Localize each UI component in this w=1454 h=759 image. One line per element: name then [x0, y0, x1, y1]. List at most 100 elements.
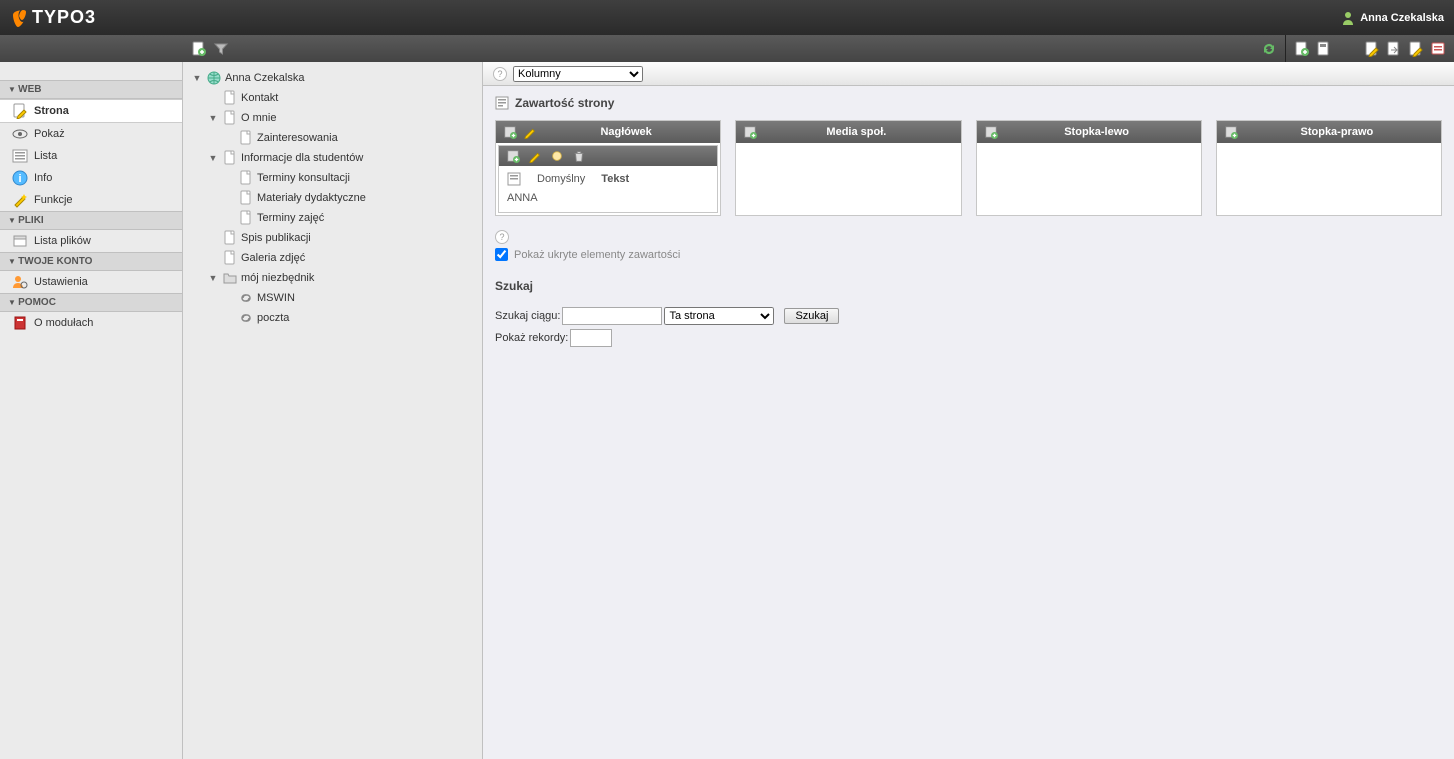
user-settings-icon	[12, 274, 28, 290]
content-column: Stopka-lewo	[976, 120, 1202, 216]
module-item-pokaż[interactable]: Pokaż	[0, 123, 182, 145]
page-icon	[222, 90, 238, 106]
tree-node-label: mój niezbędnik	[241, 272, 314, 284]
user-menu[interactable]: Anna Czekalska	[1341, 11, 1444, 25]
logo[interactable]: TYPO3	[10, 7, 96, 28]
move-page-icon[interactable]	[1386, 41, 1402, 57]
column-title: Stopka-lewo	[999, 126, 1195, 138]
tree-node-label: Zainteresowania	[257, 132, 338, 144]
tree-node[interactable]: Zainteresowania	[183, 128, 482, 148]
module-item-strona[interactable]: Strona	[0, 99, 182, 123]
filter-icon[interactable]	[213, 41, 229, 57]
history-icon[interactable]	[1430, 41, 1446, 57]
module-item-label: Info	[34, 172, 52, 184]
content-column: NagłówekDomyślnyTekstANNA	[495, 120, 721, 216]
module-group-header[interactable]: PLIKI	[0, 211, 182, 230]
tree-node-label: Terminy zajęć	[257, 212, 324, 224]
tree-toggle-icon[interactable]: ▼	[207, 273, 219, 283]
folder-icon	[222, 270, 238, 286]
edit-icon[interactable]	[522, 124, 538, 140]
ce-type-label: Tekst	[601, 173, 629, 185]
tree-node[interactable]: ▼ mój niezbędnik	[183, 268, 482, 288]
module-item-ustawienia[interactable]: Ustawienia	[0, 271, 182, 293]
module-item-label: Lista plików	[34, 235, 91, 247]
new-subpage-icon[interactable]	[1408, 41, 1424, 57]
doc-save-icon[interactable]	[1316, 41, 1332, 57]
column-header: Nagłówek	[496, 121, 720, 143]
tree-node[interactable]: Galeria zdjęć	[183, 248, 482, 268]
module-item-label: Pokaż	[34, 128, 65, 140]
user-name: Anna Czekalska	[1360, 12, 1444, 24]
module-item-info[interactable]: iInfo	[0, 167, 182, 189]
ce-default-label: Domyślny	[537, 173, 585, 185]
wand-icon	[12, 192, 28, 208]
content-view-toolbar: ? Kolumny	[483, 62, 1454, 86]
page-tree: ▼Anna Czekalska Kontakt ▼ O mnie Zainteresow…	[183, 62, 483, 759]
tree-node[interactable]: Terminy zajęć	[183, 208, 482, 228]
help-icon[interactable]: ?	[493, 67, 507, 81]
module-group-header[interactable]: POMOC	[0, 293, 182, 312]
show-records-label: Pokaż rekordy:	[495, 332, 568, 344]
logo-text: TYPO3	[32, 7, 96, 28]
manual-icon	[12, 315, 28, 331]
show-hidden-label: Pokaż ukryte elementy zawartości	[514, 249, 680, 261]
search-scope-select[interactable]: Ta strona	[664, 307, 774, 325]
page-icon	[222, 250, 238, 266]
tree-node[interactable]: ▼ O mnie	[183, 108, 482, 128]
new-content-icon[interactable]	[505, 148, 521, 164]
delete-icon[interactable]	[571, 148, 587, 164]
page-content-title: Zawartość strony	[495, 96, 1442, 110]
show-records-input[interactable]	[570, 329, 612, 347]
tree-toggle-icon[interactable]: ▼	[191, 73, 203, 83]
text-element-icon	[507, 172, 521, 186]
edit-page-icon[interactable]	[1364, 41, 1380, 57]
tree-node-label: O mnie	[241, 112, 276, 124]
new-content-icon[interactable]	[502, 124, 518, 140]
show-hidden-checkbox[interactable]	[495, 248, 508, 261]
column-header: Stopka-lewo	[977, 121, 1201, 143]
module-item-o-modułach[interactable]: O modułach	[0, 312, 182, 334]
module-group-header[interactable]: TWOJE KONTO	[0, 252, 182, 271]
globe-icon	[206, 70, 222, 86]
tree-node-label: Materiały dydaktyczne	[257, 192, 366, 204]
column-title: Media społ.	[758, 126, 954, 138]
module-item-label: Ustawienia	[34, 276, 88, 288]
search-string-input[interactable]	[562, 307, 662, 325]
module-item-lista-plików[interactable]: Lista plików	[0, 230, 182, 252]
eye-icon	[12, 126, 28, 142]
tree-node[interactable]: MSWIN	[183, 288, 482, 308]
tree-node[interactable]: Terminy konsultacji	[183, 168, 482, 188]
tree-node[interactable]: ▼ Informacje dla studentów	[183, 148, 482, 168]
column-title: Nagłówek	[538, 126, 714, 138]
tree-node-label: Kontakt	[241, 92, 278, 104]
search-button[interactable]: Szukaj	[784, 308, 839, 324]
module-item-label: Funkcje	[34, 194, 73, 206]
tree-node[interactable]: Materiały dydaktyczne	[183, 188, 482, 208]
new-page-icon[interactable]	[191, 41, 207, 57]
page-icon	[238, 190, 254, 206]
view-mode-select[interactable]: Kolumny	[513, 66, 643, 82]
tree-toggle-icon[interactable]: ▼	[207, 153, 219, 163]
link-icon	[238, 290, 254, 306]
hint-icon[interactable]	[549, 148, 565, 164]
tree-toggle-icon[interactable]: ▼	[207, 113, 219, 123]
doc-new-icon[interactable]	[1294, 41, 1310, 57]
help-icon[interactable]: ?	[495, 230, 509, 244]
tree-node-label: Informacje dla studentów	[241, 152, 363, 164]
tree-node[interactable]: poczta	[183, 308, 482, 328]
edit-icon[interactable]	[527, 148, 543, 164]
refresh-icon[interactable]	[1261, 41, 1277, 57]
content-icon	[495, 96, 509, 110]
module-group-header[interactable]: WEB	[0, 80, 182, 99]
show-hidden-checkbox-row[interactable]: Pokaż ukryte elementy zawartości	[495, 248, 1442, 261]
new-content-icon[interactable]	[1223, 124, 1239, 140]
new-content-icon[interactable]	[983, 124, 999, 140]
content-element-toolbar	[499, 146, 717, 166]
tree-node[interactable]: ▼Anna Czekalska	[183, 68, 482, 88]
tree-node[interactable]: Spis publikacji	[183, 228, 482, 248]
content-element: DomyślnyTekstANNA	[498, 145, 718, 213]
module-item-funkcje[interactable]: Funkcje	[0, 189, 182, 211]
module-item-lista[interactable]: Lista	[0, 145, 182, 167]
new-content-icon[interactable]	[742, 124, 758, 140]
tree-node[interactable]: Kontakt	[183, 88, 482, 108]
